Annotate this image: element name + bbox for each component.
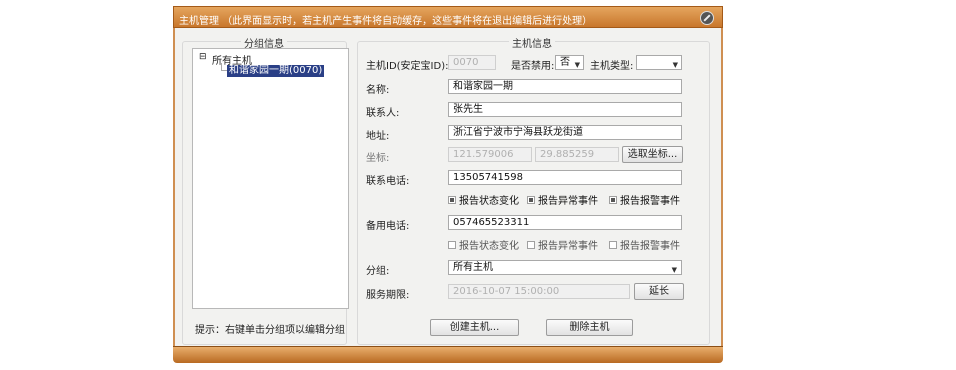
name-field[interactable]: 和谐家园一期	[448, 79, 682, 94]
address-label: 地址:	[366, 131, 390, 142]
group-label: 分组:	[366, 266, 390, 277]
checkbox-label: 报告状态变化	[459, 241, 519, 252]
host-type-label: 主机类型:	[590, 61, 634, 72]
close-icon[interactable]	[700, 11, 714, 25]
checkbox-checked-icon	[448, 195, 456, 204]
checkbox-label: 报告异常事件	[538, 241, 598, 252]
backup-phone-label: 备用电话:	[366, 221, 410, 232]
coords-label: 坐标:	[366, 153, 390, 164]
title-bar: 主机管理 （此界面显示时，若主机产生事件将自动缓存，这些事件将在退出编辑后进行处…	[173, 6, 723, 28]
bottom-frame	[173, 346, 723, 363]
checkbox-unchecked-icon	[527, 240, 535, 249]
disabled-value: 否	[560, 57, 570, 68]
checkbox-checked-icon	[609, 195, 617, 204]
checkbox-checked-icon	[527, 195, 535, 204]
window-title: 主机管理 （此界面显示时，若主机产生事件将自动缓存，这些事件将在退出编辑后进行处…	[179, 16, 593, 27]
name-label: 名称:	[366, 85, 390, 96]
pick-coords-button[interactable]: 选取坐标...	[622, 146, 683, 163]
group-value: 所有主机	[453, 262, 493, 273]
extend-button[interactable]: 延长	[634, 283, 684, 300]
group-hint: 提示：右键单击分组项以编辑分组	[195, 325, 345, 336]
tree-line-vertical	[221, 63, 222, 70]
host-id-label: 主机ID(安定宝ID):	[366, 61, 449, 72]
service-period-label: 服务期限:	[366, 290, 410, 301]
contact-label: 联系人:	[366, 108, 400, 119]
checkbox-unchecked-icon	[448, 240, 456, 249]
backup-report-status-checkbox[interactable]: 报告状态变化	[448, 237, 519, 252]
checkbox-label: 报告报警事件	[620, 196, 680, 207]
chevron-down-icon: ▼	[574, 61, 580, 69]
phone-report-abnormal-checkbox[interactable]: 报告异常事件	[527, 192, 598, 207]
right-frame	[721, 28, 723, 348]
backup-phone-field[interactable]: 057465523311	[448, 215, 682, 230]
checkbox-label: 报告报警事件	[620, 241, 680, 252]
delete-host-button[interactable]: 删除主机	[546, 319, 633, 336]
service-period-field: 2016-10-07 15:00:00	[448, 284, 630, 299]
chevron-down-icon: ▼	[672, 61, 678, 69]
phone-field[interactable]: 13505741598	[448, 170, 682, 185]
host-panel-title: 主机信息	[509, 35, 555, 50]
backup-report-abnormal-checkbox[interactable]: 报告异常事件	[527, 237, 598, 252]
phone-report-alarm-checkbox[interactable]: 报告报警事件	[609, 192, 680, 207]
tree-item-selected[interactable]: 和谐家园一期(0070)	[227, 65, 325, 77]
group-select[interactable]: 所有主机 ▼	[448, 260, 682, 275]
latitude-field: 29.885259	[535, 147, 619, 162]
address-field[interactable]: 浙江省宁波市宁海县跃龙街道	[448, 125, 682, 140]
host-id-field: 0070	[448, 55, 496, 70]
backup-report-alarm-checkbox[interactable]: 报告报警事件	[609, 237, 680, 252]
dialog-body: 分组信息 ⊟ 所有主机 和谐家园一期(0070) 提示：右键单击分组项以编辑分组…	[175, 28, 721, 346]
disabled-label: 是否禁用:	[511, 61, 555, 72]
contact-field[interactable]: 张先生	[448, 102, 682, 117]
checkbox-unchecked-icon	[609, 240, 617, 249]
phone-report-status-checkbox[interactable]: 报告状态变化	[448, 192, 519, 207]
checkbox-label: 报告状态变化	[459, 196, 519, 207]
host-type-select[interactable]: ▼	[636, 55, 682, 70]
disabled-select[interactable]: 否 ▼	[555, 55, 584, 70]
group-tree[interactable]: ⊟ 所有主机 和谐家园一期(0070)	[192, 48, 349, 309]
longitude-field: 121.579006	[448, 147, 532, 162]
chevron-down-icon: ▼	[671, 266, 677, 274]
collapse-icon[interactable]: ⊟	[199, 52, 207, 62]
checkbox-label: 报告异常事件	[538, 196, 598, 207]
create-host-button[interactable]: 创建主机...	[430, 319, 519, 336]
phone-label: 联系电话:	[366, 176, 410, 187]
host-management-window: 主机管理 （此界面显示时，若主机产生事件将自动缓存，这些事件将在退出编辑后进行处…	[173, 6, 723, 364]
